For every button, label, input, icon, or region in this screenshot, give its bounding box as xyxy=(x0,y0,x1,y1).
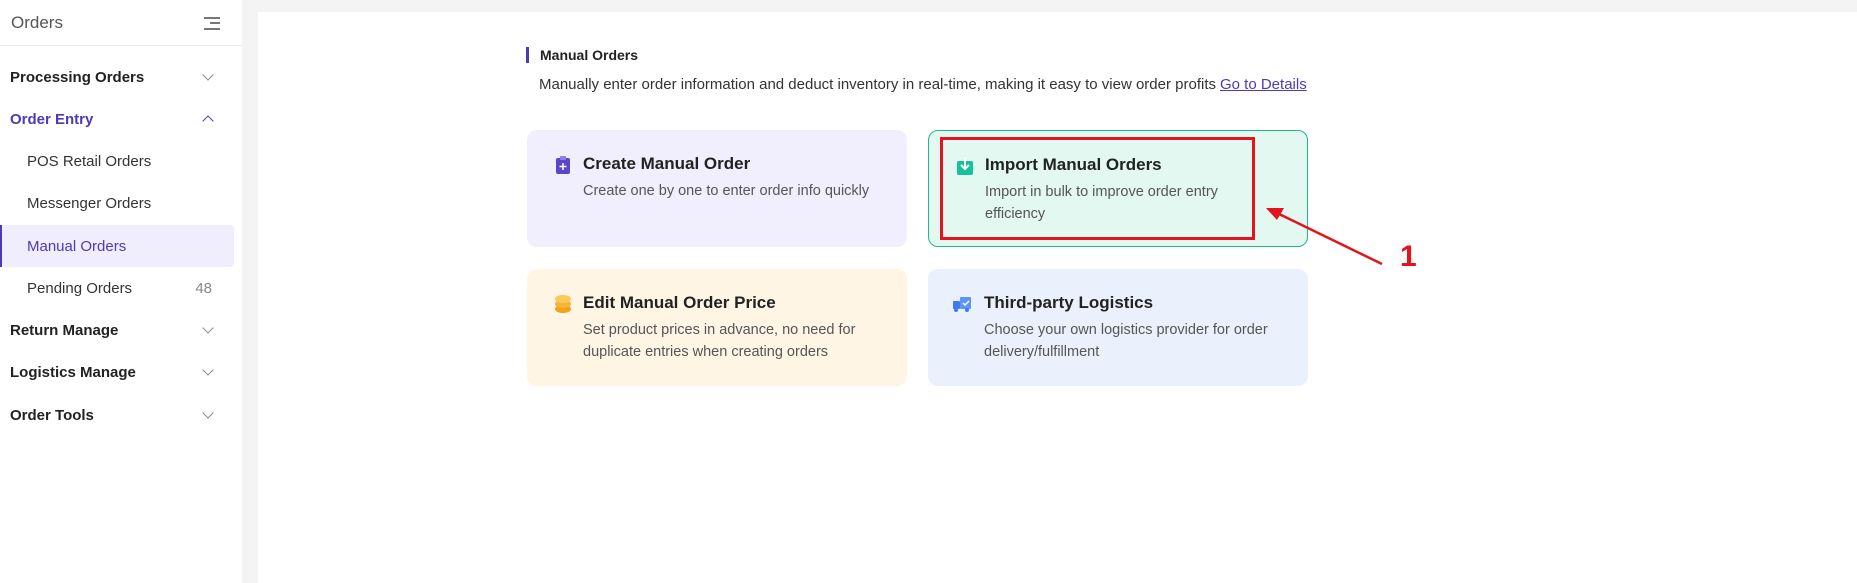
annotation-arrow xyxy=(1266,208,1383,266)
annotation-label: 1 xyxy=(1400,240,1417,273)
